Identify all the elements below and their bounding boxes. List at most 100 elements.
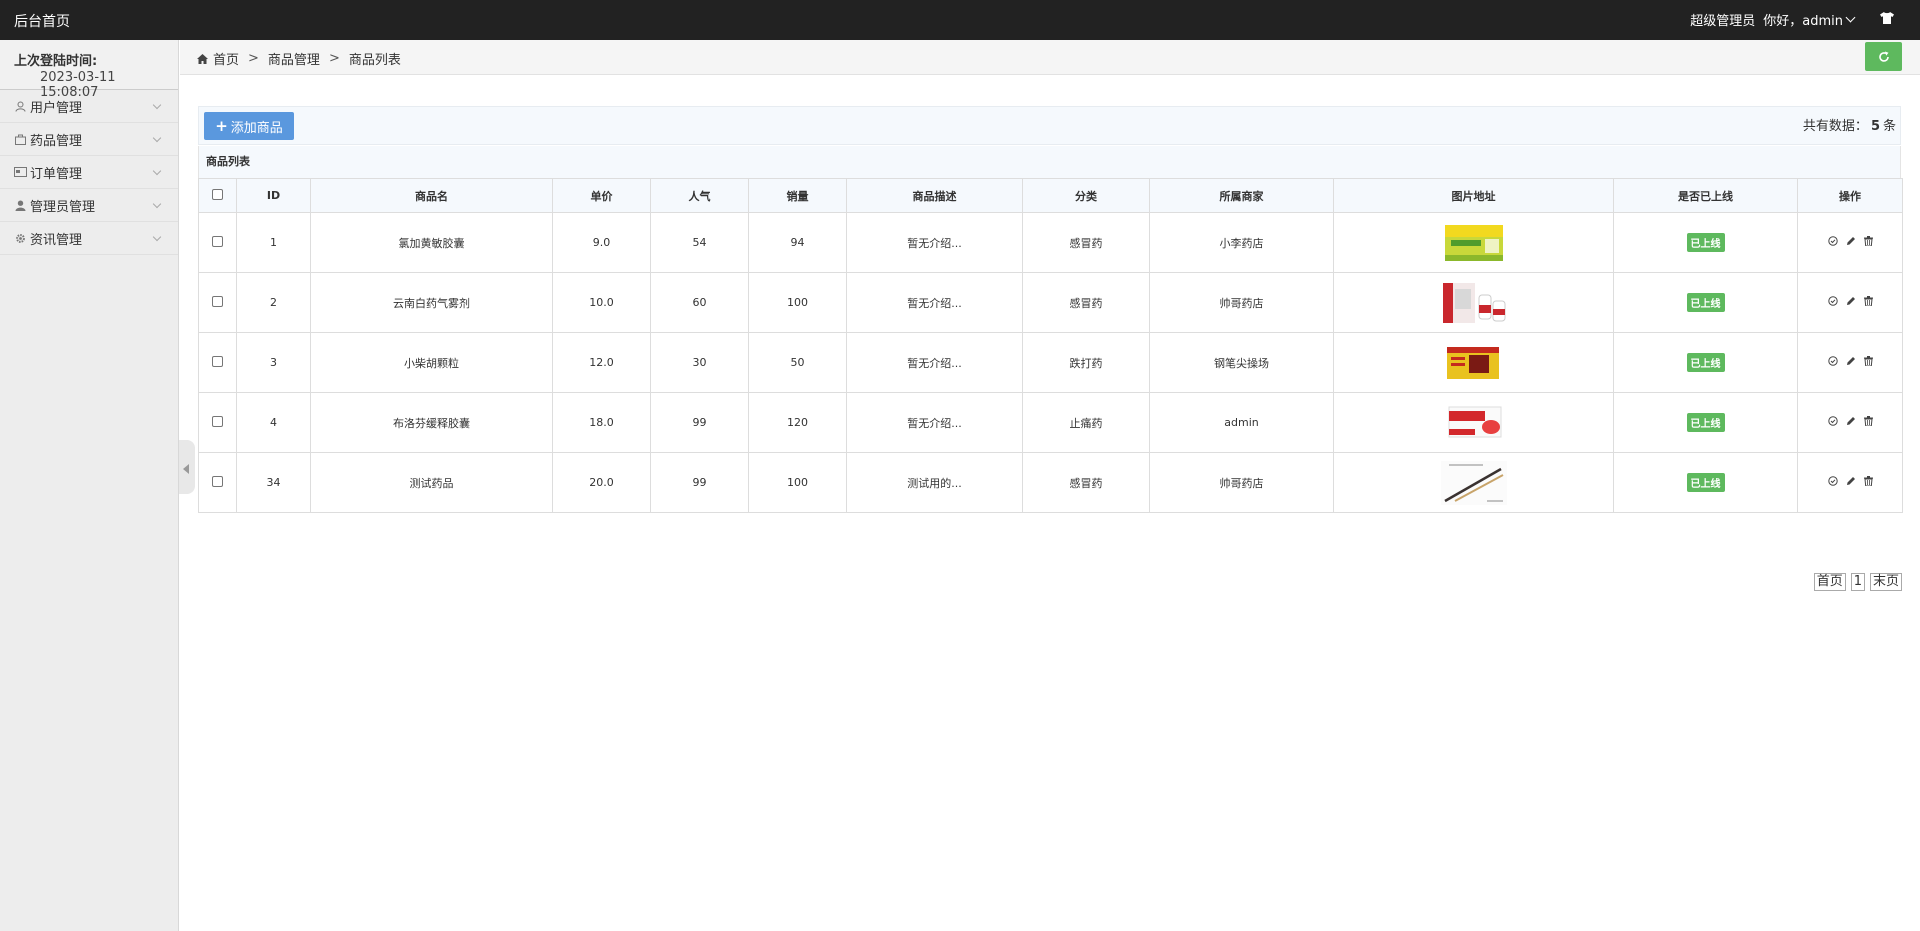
check-circle-icon[interactable] xyxy=(1827,296,1838,306)
cell-description: 暂无介绍... xyxy=(846,392,1023,453)
brand-title[interactable]: 后台首页 xyxy=(14,11,70,31)
chevron-down-icon xyxy=(1845,12,1856,23)
cell-image xyxy=(1333,332,1614,393)
column-header: 操作 xyxy=(1797,178,1903,213)
cell-sales: 50 xyxy=(748,332,847,393)
chevron-down-icon xyxy=(152,232,162,242)
breadcrumb-separator: > xyxy=(248,51,259,66)
table-row: 4 布洛芬缓释胶囊 18.0 99 120 暂无介绍... 止痛药 admin 已上线 xyxy=(198,392,1903,453)
user-dropdown[interactable]: 你好，admin xyxy=(1763,10,1856,29)
sidebar-item-label: 用户管理 xyxy=(30,100,83,116)
row-checkbox[interactable] xyxy=(212,475,223,487)
status-badge[interactable]: 已上线 xyxy=(1686,233,1725,252)
select-all-checkbox[interactable] xyxy=(212,188,223,200)
row-checkbox[interactable] xyxy=(212,235,223,247)
table-row: 34 测试药品 20.0 99 100 测试用的... 感冒药 帅哥药店 已上线 xyxy=(198,452,1903,513)
add-goods-label: 添加商品 xyxy=(230,120,283,136)
check-circle-icon[interactable] xyxy=(1827,476,1838,486)
column-header: 销量 xyxy=(748,178,847,213)
cell-id: 1 xyxy=(236,212,311,273)
sidebar-item-label: 管理员管理 xyxy=(30,199,96,215)
cell-popularity: 54 xyxy=(650,212,749,273)
column-header: 所属商家 xyxy=(1149,178,1334,213)
cell-actions xyxy=(1797,272,1903,333)
cell-price: 9.0 xyxy=(552,212,651,273)
tshirt-icon[interactable] xyxy=(1880,11,1894,28)
cell-sales: 100 xyxy=(748,452,847,513)
refresh-button[interactable] xyxy=(1865,42,1902,71)
breadcrumb-goods-manage[interactable]: 商品管理 xyxy=(268,49,320,68)
total-suffix: 条 xyxy=(1882,119,1896,134)
sidebar-item-admins[interactable]: 管理员管理 xyxy=(0,189,178,222)
edit-pencil-icon[interactable] xyxy=(1846,356,1856,366)
cell-merchant: 钢笔尖操场 xyxy=(1149,332,1334,393)
row-select-cell xyxy=(198,272,237,333)
table-header-row: ID 商品名 单价 人气 销量 商品描述 分类 所属商家 图片地址 是否已上线 … xyxy=(198,178,1903,213)
sidebar: 上次登陆时间: 2023-03-11 15:08:07 用户管理 药品管理 订单… xyxy=(0,40,179,931)
check-circle-icon[interactable] xyxy=(1827,236,1838,246)
breadcrumb-home[interactable]: 首页 xyxy=(213,49,239,68)
pager-current[interactable]: 1 xyxy=(1850,573,1865,591)
cell-id: 4 xyxy=(236,392,311,453)
check-circle-icon[interactable] xyxy=(1827,356,1838,366)
header-select-all xyxy=(198,178,237,213)
edit-pencil-icon[interactable] xyxy=(1846,296,1856,306)
trash-icon[interactable] xyxy=(1863,236,1873,246)
trash-icon[interactable] xyxy=(1863,416,1873,426)
sidebar-item-news[interactable]: 资讯管理 xyxy=(0,222,178,255)
cell-popularity: 99 xyxy=(650,452,749,513)
trash-icon[interactable] xyxy=(1863,356,1873,366)
cell-sales: 100 xyxy=(748,272,847,333)
status-badge[interactable]: 已上线 xyxy=(1686,473,1725,492)
add-goods-button[interactable]: + 添加商品 xyxy=(204,112,294,140)
pager-first[interactable]: 首页 xyxy=(1813,573,1846,591)
cell-name: 氯加黄敏胶囊 xyxy=(310,212,553,273)
cell-status: 已上线 xyxy=(1613,272,1798,333)
edit-pencil-icon[interactable] xyxy=(1846,476,1856,486)
cell-name: 云南白药气雾剂 xyxy=(310,272,553,333)
chevron-down-icon xyxy=(152,166,162,176)
product-thumbnail xyxy=(1441,346,1507,379)
cell-name: 布洛芬缓释胶囊 xyxy=(310,392,553,453)
sidebar-item-medicine[interactable]: 药品管理 xyxy=(0,123,178,156)
row-select-cell xyxy=(198,212,237,273)
cell-name: 测试药品 xyxy=(310,452,553,513)
column-header: 是否已上线 xyxy=(1613,178,1798,213)
cell-merchant: 帅哥药店 xyxy=(1149,272,1334,333)
column-header: 人气 xyxy=(650,178,749,213)
row-checkbox[interactable] xyxy=(212,355,223,367)
pager-last[interactable]: 末页 xyxy=(1869,573,1902,591)
row-checkbox[interactable] xyxy=(212,415,223,427)
bag-icon xyxy=(13,134,27,145)
cell-status: 已上线 xyxy=(1613,452,1798,513)
check-circle-icon[interactable] xyxy=(1827,416,1838,426)
trash-icon[interactable] xyxy=(1863,296,1873,306)
cell-price: 20.0 xyxy=(552,452,651,513)
cell-actions xyxy=(1797,452,1903,513)
status-badge[interactable]: 已上线 xyxy=(1686,293,1725,312)
chevron-down-icon xyxy=(152,100,162,110)
row-select-cell xyxy=(198,392,237,453)
status-badge[interactable]: 已上线 xyxy=(1686,353,1725,372)
cell-merchant: 小李药店 xyxy=(1149,212,1334,273)
edit-pencil-icon[interactable] xyxy=(1846,236,1856,246)
edit-pencil-icon[interactable] xyxy=(1846,416,1856,426)
home-icon xyxy=(197,53,208,64)
sidebar-item-users[interactable]: 用户管理 xyxy=(0,90,178,123)
last-login-box: 上次登陆时间: 2023-03-11 15:08:07 xyxy=(0,40,178,100)
sidebar-collapse-toggle[interactable] xyxy=(179,440,195,494)
cell-popularity: 60 xyxy=(650,272,749,333)
status-badge[interactable]: 已上线 xyxy=(1686,413,1725,432)
cell-price: 10.0 xyxy=(552,272,651,333)
row-checkbox[interactable] xyxy=(212,295,223,307)
trash-icon[interactable] xyxy=(1863,476,1873,486)
user-area: 超级管理员 你好，admin xyxy=(1690,10,1894,29)
product-thumbnail xyxy=(1441,224,1507,261)
cell-category: 感冒药 xyxy=(1022,272,1150,333)
cell-image xyxy=(1333,272,1614,333)
column-header: 商品名 xyxy=(310,178,553,213)
refresh-icon xyxy=(1878,51,1890,63)
gear-icon xyxy=(13,233,27,244)
sidebar-item-orders[interactable]: 订单管理 xyxy=(0,156,178,189)
cell-description: 暂无介绍... xyxy=(846,332,1023,393)
